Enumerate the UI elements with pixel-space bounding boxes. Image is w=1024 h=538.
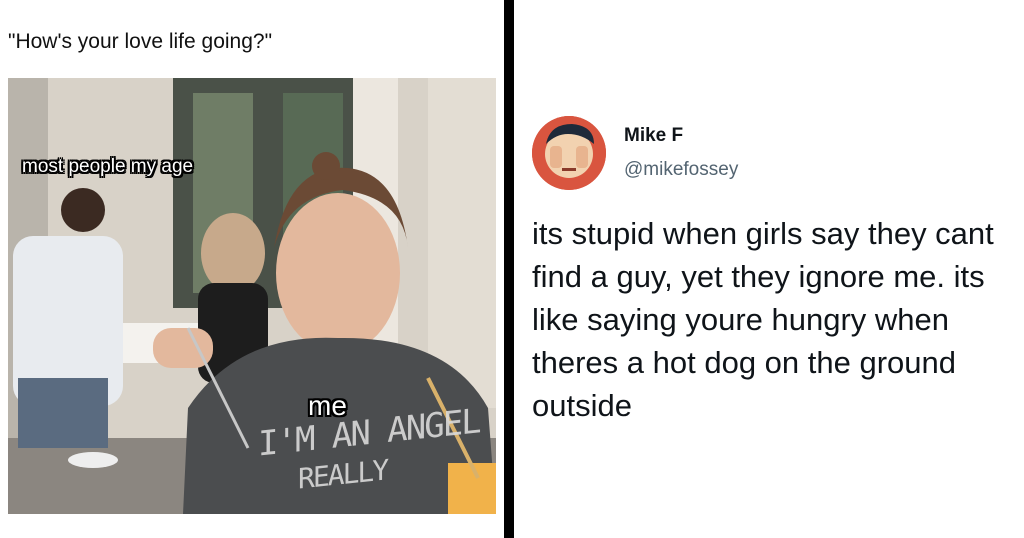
meme-caption: "How's your love life going?" — [8, 30, 273, 53]
photo-illustration — [8, 78, 496, 514]
tweet-text: its stupid when girls say they cant find… — [532, 216, 994, 423]
label-most-people: most people my age — [22, 156, 194, 177]
tweet-author-handle[interactable]: @mikefossey — [624, 159, 738, 181]
avatar-icon — [532, 116, 606, 190]
meme-photo: most people my age me I'M AN ANGEL REALL… — [8, 78, 496, 514]
avatar[interactable] — [532, 116, 606, 190]
panel-divider — [504, 0, 514, 538]
tweet-author-name[interactable]: Mike F — [624, 125, 683, 147]
meme-panel: "How's your love life going?" most peopl… — [0, 0, 504, 538]
tweet-panel: Mike F @mikefossey its stupid when girls… — [514, 0, 1024, 538]
